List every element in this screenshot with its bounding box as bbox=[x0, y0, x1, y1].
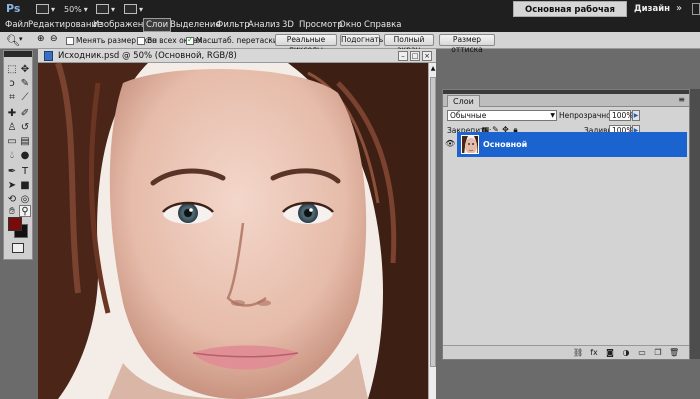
tab-layers[interactable]: Слои bbox=[447, 95, 480, 107]
arrange-documents-icon bbox=[124, 4, 137, 14]
panel-menu-icon[interactable]: ≡ bbox=[678, 95, 685, 104]
photoshop-logo: Ps bbox=[6, 2, 21, 15]
path-selection-tool-icon[interactable]: ➤ bbox=[6, 179, 18, 191]
application-bar: Ps ▾ 50%▾ ▾ ▾ Основная рабочая среда Диз… bbox=[0, 0, 700, 31]
view-extras-button[interactable]: ▾ bbox=[96, 2, 115, 16]
zoom-out-icon[interactable]: ⊖ bbox=[50, 34, 58, 44]
menu-help[interactable]: Справка bbox=[362, 19, 403, 31]
zoom-level-value: 50% bbox=[64, 4, 82, 14]
launch-bridge-button[interactable]: ▾ bbox=[36, 2, 55, 16]
3d-orbit-tool-icon[interactable]: ◎ bbox=[19, 193, 31, 205]
chevron-down-icon: ▼ bbox=[550, 112, 555, 119]
quick-mask-icon[interactable] bbox=[12, 243, 24, 253]
image-canvas[interactable] bbox=[38, 63, 428, 399]
tools-panel-grip[interactable] bbox=[4, 51, 32, 57]
layer-style-icon[interactable]: fx bbox=[589, 348, 599, 358]
scrollbar-thumb[interactable] bbox=[430, 77, 436, 367]
workspace-design-link[interactable]: Дизайн bbox=[634, 1, 670, 17]
layers-tab-row: Слои ≡ bbox=[443, 94, 689, 107]
new-group-icon[interactable]: ▭ bbox=[637, 348, 647, 358]
healing-brush-tool-icon[interactable]: ✚ bbox=[6, 107, 18, 119]
move-tool-icon[interactable]: ✥ bbox=[19, 63, 31, 75]
shape-tool-icon[interactable]: ■ bbox=[19, 179, 31, 191]
quick-select-tool-icon[interactable]: ✎ bbox=[19, 77, 31, 89]
options-bar: 🔍︎ ▾ ⊕ ⊖ Менять размер окон Во всех окна… bbox=[0, 32, 700, 54]
menu-window[interactable]: Окно bbox=[337, 19, 364, 31]
zoom-level-dropdown[interactable]: 50% ▾ bbox=[64, 2, 88, 16]
zoom-tool-icon[interactable]: 🔍︎ bbox=[6, 34, 20, 47]
checkbox-box bbox=[137, 36, 145, 45]
crop-tool-icon[interactable]: ⌗ bbox=[6, 91, 18, 103]
clone-stamp-tool-icon[interactable]: ♙ bbox=[6, 121, 18, 133]
pen-tool-icon[interactable]: ✒ bbox=[6, 165, 18, 177]
fit-screen-button[interactable]: Подогнать bbox=[340, 34, 383, 46]
eyedropper-tool-icon[interactable]: ⟋ bbox=[19, 91, 31, 103]
zoom-in-icon[interactable]: ⊕ bbox=[37, 34, 45, 44]
tools-panel: ⬚ ✥ ↄ ✎ ⌗ ⟋ ✚ ✐ ♙ ↺ ▭ ▤ 💧︎ ● ✒ T ➤ ■ ⟲ ◎… bbox=[3, 50, 33, 260]
layer-row[interactable]: Основной bbox=[457, 132, 687, 157]
document-title: Исходник.psd @ 50% (Основной, RGB/8) bbox=[58, 51, 237, 61]
document-tab[interactable]: Исходник.psd @ 50% (Основной, RGB/8) – □… bbox=[38, 49, 436, 63]
actual-pixels-button[interactable]: Реальные пикселы bbox=[275, 34, 337, 54]
checkbox-box bbox=[186, 35, 194, 45]
layers-footer: ⛓ fx ◙ ◑ ▭ ❐ 🗑︎ bbox=[443, 345, 689, 359]
marquee-tool-icon[interactable]: ⬚ bbox=[6, 63, 18, 75]
menu-bar: Файл Редактирование Изображение Слои Выд… bbox=[0, 18, 700, 32]
document-icon bbox=[44, 51, 53, 61]
scroll-up-icon[interactable]: ▲ bbox=[429, 65, 437, 72]
menu-3d[interactable]: 3D bbox=[280, 19, 296, 31]
brush-tool-icon[interactable]: ✐ bbox=[19, 107, 31, 119]
vertical-scrollbar[interactable]: ▲ bbox=[428, 63, 436, 399]
blur-tool-icon[interactable]: 💧︎ bbox=[6, 149, 18, 161]
add-mask-icon[interactable]: ◙ bbox=[605, 348, 615, 358]
panel-dock-strip bbox=[690, 89, 700, 359]
hand-tool-icon[interactable]: ✋︎ bbox=[6, 205, 18, 217]
workspace-essentials-button[interactable]: Основная рабочая среда bbox=[513, 1, 627, 31]
opacity-input[interactable]: 100% bbox=[609, 110, 633, 121]
layer-thumbnail bbox=[461, 135, 479, 154]
new-layer-icon[interactable]: ❐ bbox=[653, 348, 663, 358]
arrange-documents-button[interactable]: ▾ bbox=[124, 2, 143, 16]
foreground-color-swatch[interactable] bbox=[8, 217, 22, 231]
lasso-tool-icon[interactable]: ↄ bbox=[6, 77, 18, 89]
blend-mode-select[interactable]: Обычные ▼ bbox=[447, 110, 557, 121]
maximize-icon[interactable]: □ bbox=[410, 51, 420, 61]
fill-screen-button[interactable]: Полный экран bbox=[384, 34, 434, 54]
gradient-tool-icon[interactable]: ▤ bbox=[19, 135, 31, 147]
history-brush-tool-icon[interactable]: ↺ bbox=[19, 121, 31, 133]
opacity-slider-icon[interactable]: ▶ bbox=[632, 110, 640, 121]
bridge-icon bbox=[36, 4, 49, 14]
link-layers-icon[interactable]: ⛓ bbox=[573, 348, 583, 358]
portrait-photo bbox=[38, 63, 428, 399]
zoom-tool-active-icon[interactable]: ⚲ bbox=[19, 205, 31, 217]
type-tool-icon[interactable]: T bbox=[19, 165, 31, 177]
layer-thumbnail-image bbox=[462, 136, 478, 153]
layers-panel: Слои ≡ Обычные ▼ Непрозрачность: 100% ▶ … bbox=[442, 89, 690, 360]
close-icon[interactable]: × bbox=[422, 51, 432, 61]
print-size-button[interactable]: Размер оттиска bbox=[439, 34, 495, 54]
menu-analysis[interactable]: Анализ bbox=[246, 19, 282, 31]
blend-mode-value: Обычные bbox=[450, 111, 487, 120]
minimize-icon[interactable]: – bbox=[398, 51, 408, 61]
adjustment-layer-icon[interactable]: ◑ bbox=[621, 348, 631, 358]
window-control-icon[interactable] bbox=[692, 3, 700, 15]
view-extras-icon bbox=[96, 4, 109, 14]
tool-preset-chevron-icon[interactable]: ▾ bbox=[19, 35, 23, 43]
eye-icon[interactable]: 👁︎ bbox=[445, 139, 455, 148]
checkbox-box bbox=[66, 36, 74, 45]
layer-name: Основной bbox=[483, 140, 528, 149]
more-workspaces-icon[interactable]: » bbox=[676, 1, 682, 17]
chevron-down-icon: ▾ bbox=[83, 4, 88, 14]
3d-rotate-tool-icon[interactable]: ⟲ bbox=[6, 193, 18, 205]
menu-layers[interactable]: Слои bbox=[143, 18, 172, 32]
document-window: Исходник.psd @ 50% (Основной, RGB/8) – □… bbox=[38, 49, 436, 399]
delete-layer-icon[interactable]: 🗑︎ bbox=[669, 348, 679, 358]
dodge-tool-icon[interactable]: ● bbox=[19, 149, 31, 161]
eraser-tool-icon[interactable]: ▭ bbox=[6, 135, 18, 147]
